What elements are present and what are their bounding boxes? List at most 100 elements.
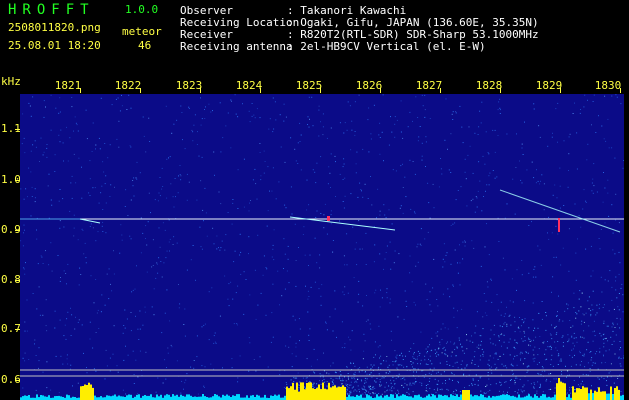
meter-bar	[274, 394, 276, 400]
noise-dot	[99, 148, 101, 150]
echo-dot	[389, 371, 391, 373]
echo-dot	[591, 304, 593, 306]
echo-dot	[431, 393, 432, 395]
noise-dot	[367, 198, 369, 199]
noise-dot	[592, 331, 594, 333]
noise-dot	[159, 177, 161, 178]
noise-dot	[500, 314, 502, 316]
noise-dot	[470, 200, 472, 202]
noise-dot	[249, 121, 251, 123]
echo-dot	[619, 363, 621, 365]
echo-dot	[499, 325, 501, 327]
noise-dot	[484, 246, 486, 248]
noise-dot	[106, 365, 108, 367]
echo-dot	[397, 389, 399, 391]
meter-bar	[556, 383, 558, 400]
noise-dot	[171, 346, 173, 348]
x-tick-1829: 1829	[535, 79, 563, 92]
noise-dot	[73, 214, 75, 216]
echo-dot	[537, 372, 539, 374]
meter-bar	[464, 390, 466, 400]
echo-dot	[369, 385, 371, 387]
echo-dot	[543, 341, 545, 343]
noise-dot	[183, 324, 185, 325]
echo-dot	[322, 374, 324, 376]
noise-dot	[228, 283, 230, 285]
noise-dot	[213, 335, 215, 337]
echo-dot	[560, 358, 562, 360]
echo-dot	[452, 392, 454, 394]
noise-dot	[126, 109, 128, 110]
noise-dot	[342, 179, 344, 180]
noise-dot	[308, 296, 310, 297]
echo-dot	[509, 338, 511, 340]
noise-dot	[488, 153, 490, 155]
noise-dot	[438, 186, 440, 188]
echo-dot	[608, 349, 610, 351]
noise-dot	[116, 138, 118, 140]
echo-dot	[518, 327, 520, 329]
echo-dot	[487, 363, 489, 365]
meter-bar	[340, 386, 342, 400]
noise-dot	[335, 161, 336, 163]
noise-dot	[421, 142, 423, 144]
echo-dot	[446, 388, 448, 390]
noise-dot	[382, 94, 384, 96]
noise-dot	[142, 116, 144, 118]
noise-dot	[531, 221, 532, 223]
echo-dot	[398, 364, 400, 366]
noise-dot	[227, 112, 229, 114]
echo-dot	[384, 391, 386, 393]
noise-dot	[615, 276, 617, 278]
noise-dot	[409, 159, 411, 161]
echo-dot	[347, 386, 349, 388]
meter-bar	[366, 394, 368, 400]
noise-dot	[102, 231, 104, 232]
noise-dot	[519, 160, 520, 162]
noise-dot	[556, 349, 558, 351]
noise-dot	[366, 295, 367, 296]
noise-dot	[57, 255, 59, 256]
echo-dot	[374, 380, 376, 382]
noise-dot	[69, 210, 71, 212]
echo-dot	[483, 351, 485, 353]
echo-dot	[401, 364, 403, 366]
echo-dot	[434, 349, 436, 351]
noise-dot	[228, 305, 230, 307]
noise-dot	[393, 262, 395, 264]
noise-dot	[83, 352, 84, 354]
meter-bar	[114, 394, 116, 400]
noise-dot	[248, 236, 250, 238]
noise-dot	[370, 133, 372, 135]
echo-dot	[550, 359, 552, 361]
noise-dot	[522, 154, 524, 155]
noise-dot	[370, 138, 372, 140]
echo-dot	[490, 342, 492, 344]
echo-dot	[590, 359, 592, 361]
meter-bar	[224, 395, 226, 400]
noise-dot	[379, 210, 381, 212]
echo-dot	[578, 310, 580, 312]
noise-dot	[384, 258, 386, 260]
echo-dot	[354, 381, 356, 383]
noise-dot	[40, 137, 42, 139]
noise-dot	[284, 161, 286, 163]
echo-dot	[373, 393, 375, 395]
echo-dot	[405, 355, 406, 357]
noise-dot	[429, 291, 431, 293]
noise-dot	[598, 115, 599, 117]
x-tick-1825: 1825	[295, 79, 323, 92]
noise-dot	[176, 242, 178, 244]
noise-dot	[409, 255, 411, 257]
echo-dot	[435, 353, 436, 355]
noise-dot	[148, 192, 150, 194]
noise-dot	[237, 116, 239, 118]
noise-dot	[464, 171, 466, 173]
noise-dot	[464, 241, 466, 243]
noise-dot	[427, 182, 429, 184]
meter-bar	[182, 395, 184, 400]
noise-dot	[291, 213, 293, 215]
echo-dot	[477, 384, 479, 386]
noise-dot	[326, 137, 328, 139]
noise-dot	[139, 310, 141, 312]
